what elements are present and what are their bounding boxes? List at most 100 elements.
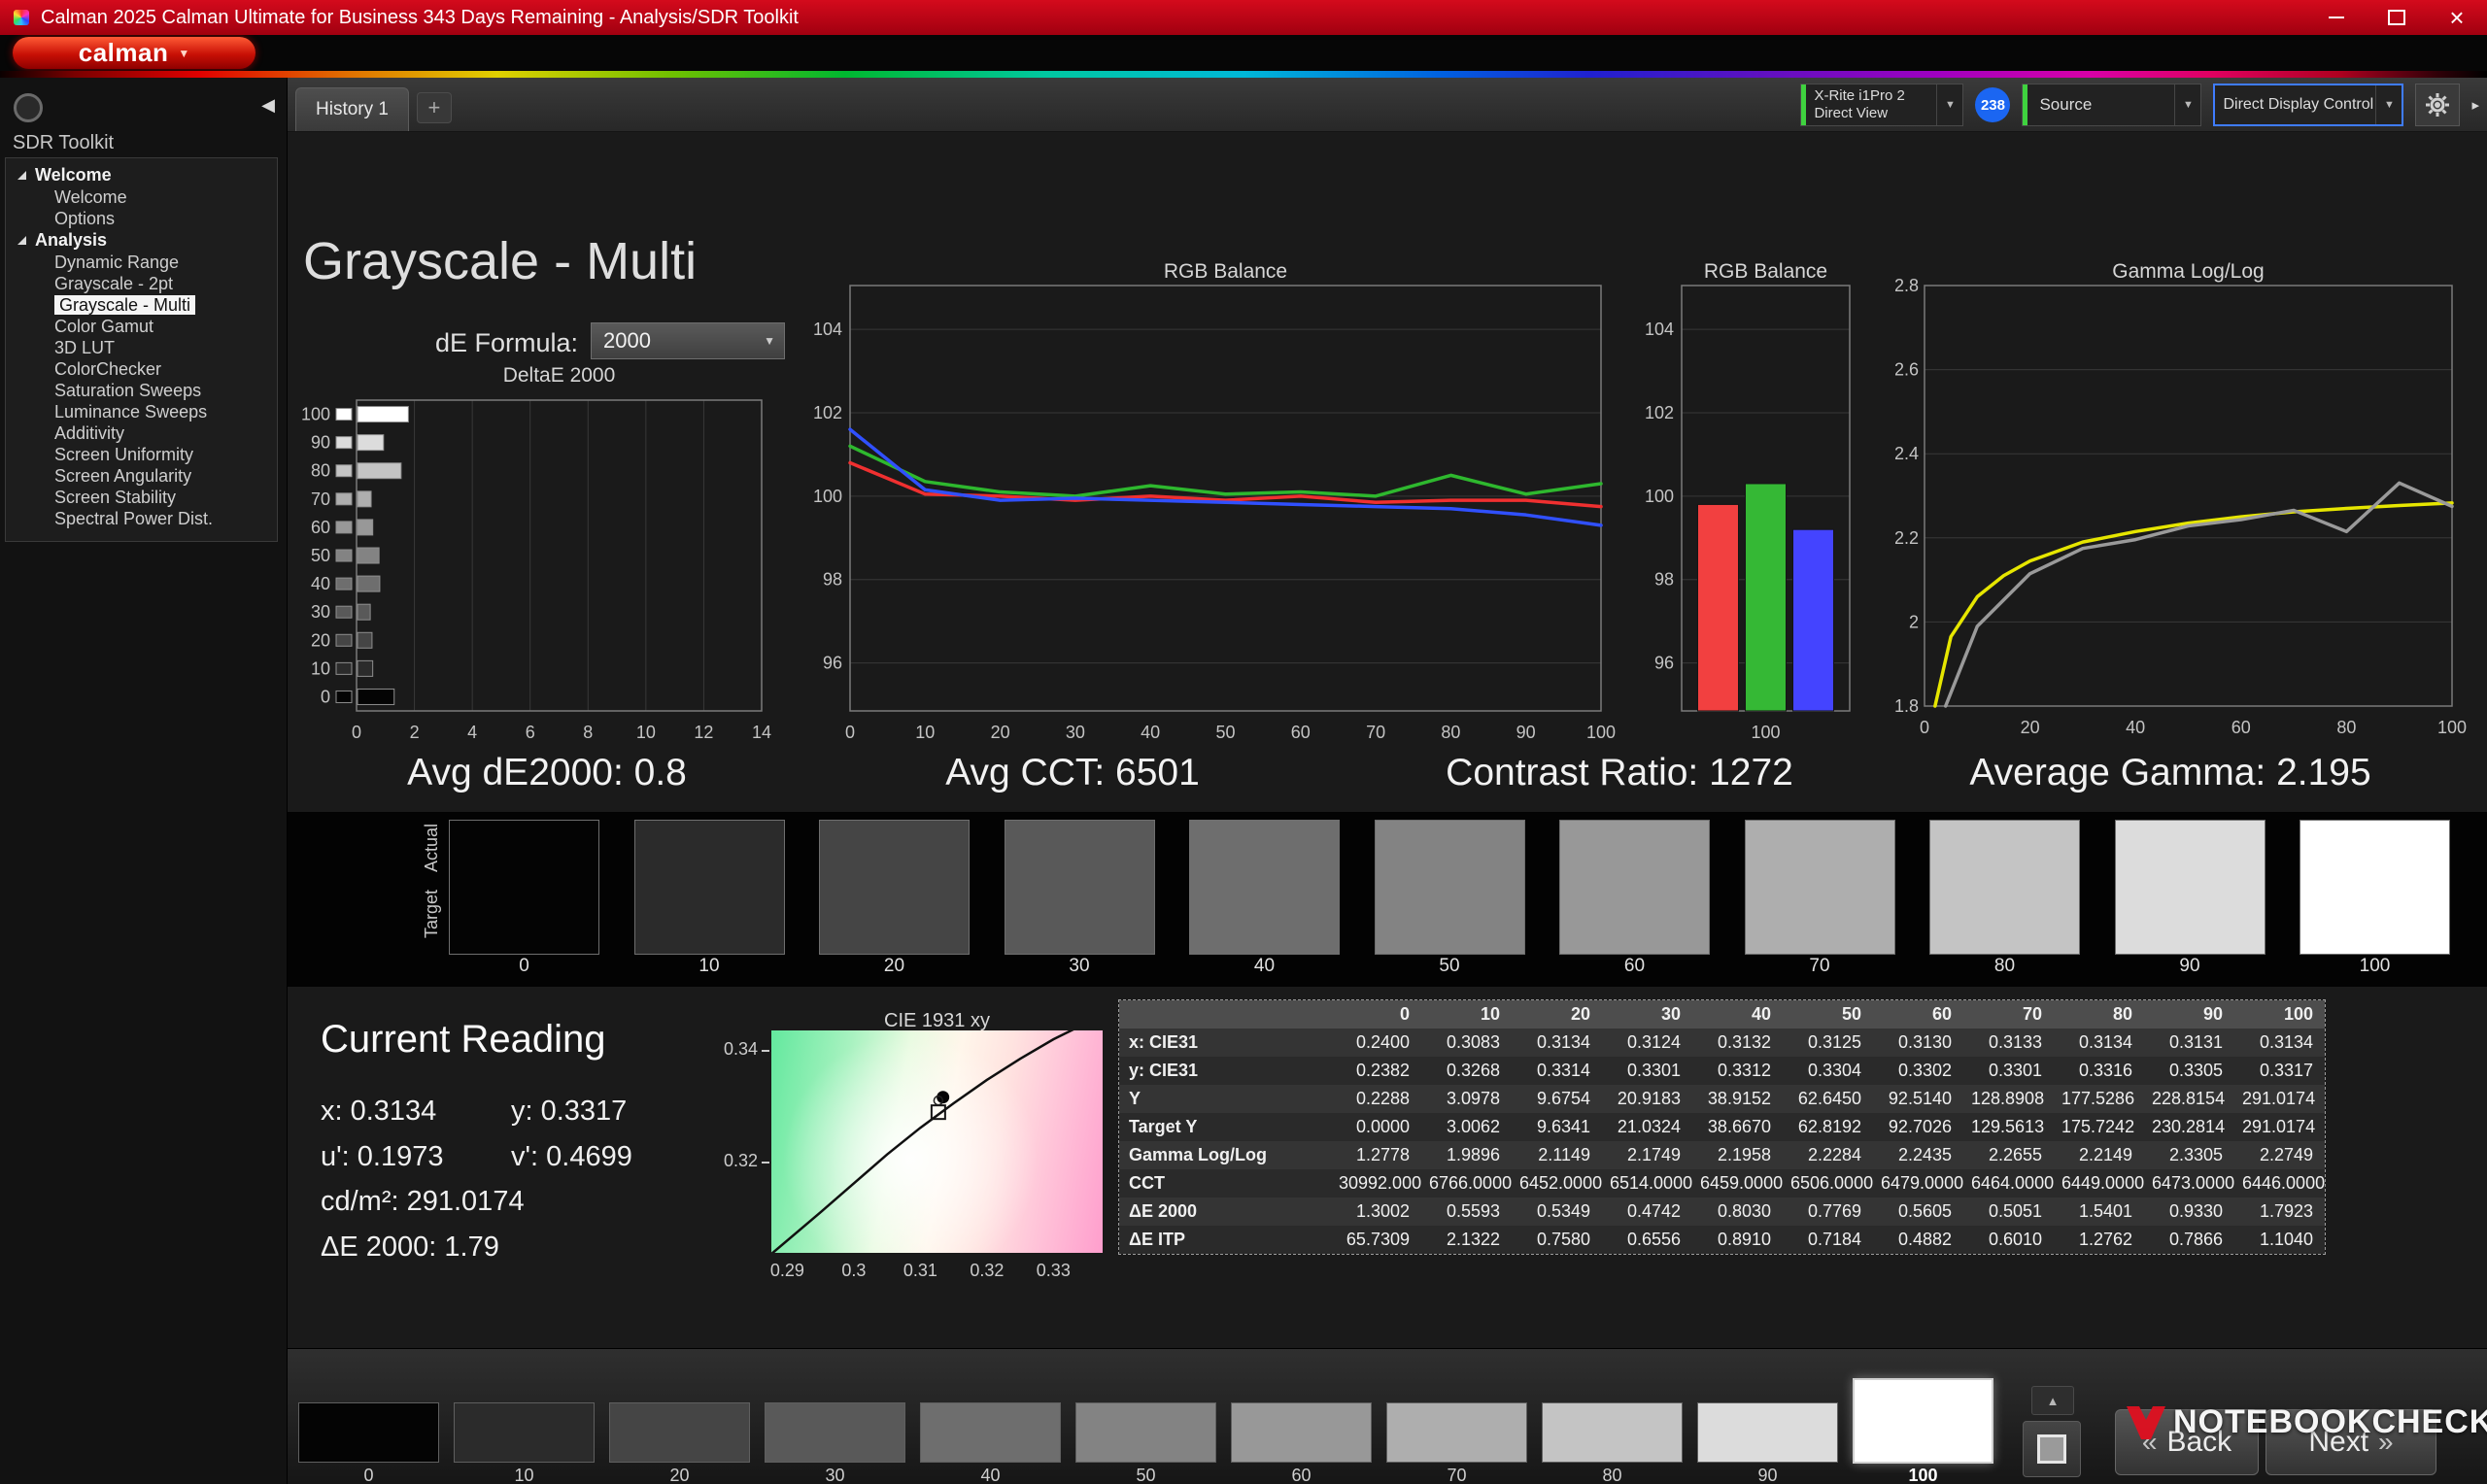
sidebar-item-options[interactable]: Options xyxy=(6,208,277,229)
sidebar-item-screen-angularity[interactable]: Screen Angularity xyxy=(6,465,277,487)
square-icon xyxy=(2037,1434,2066,1464)
svg-text:20: 20 xyxy=(991,723,1010,742)
tab-history-1[interactable]: History 1 xyxy=(295,87,409,131)
calman-logo[interactable]: calman ▼ xyxy=(13,37,256,69)
table-cell: 0.7866 xyxy=(2144,1226,2234,1254)
table-cell: 3.0062 xyxy=(1421,1113,1512,1141)
table-cell: 6506.0000 xyxy=(1783,1169,1873,1197)
table-col-header: 60 xyxy=(1873,1000,1963,1029)
svg-text:DeltaE 2000: DeltaE 2000 xyxy=(503,364,616,387)
minimize-icon xyxy=(2329,17,2344,18)
table-cell: 2.3305 xyxy=(2144,1141,2234,1169)
expander-icon[interactable] xyxy=(17,171,26,180)
level-patch-50[interactable] xyxy=(1075,1402,1216,1463)
level-patch-100[interactable] xyxy=(1853,1378,1993,1464)
workflow-home-icon[interactable] xyxy=(14,93,43,122)
level-patch-80[interactable] xyxy=(1542,1402,1683,1463)
grayscale-swatch-80 xyxy=(1929,820,2080,955)
scroll-up-button[interactable]: ▲ xyxy=(2031,1386,2074,1415)
patch-level-label: 20 xyxy=(609,1466,750,1484)
table-cell: 0.5605 xyxy=(1873,1197,1963,1226)
table-cell: 0.3125 xyxy=(1783,1029,1873,1057)
table-col-header: 30 xyxy=(1602,1000,1692,1029)
level-patch-10[interactable] xyxy=(454,1402,595,1463)
svg-text:90: 90 xyxy=(311,433,330,453)
nav-tree: WelcomeWelcomeOptionsAnalysisDynamic Ran… xyxy=(5,157,278,542)
sidebar-item-screen-stability[interactable]: Screen Stability xyxy=(6,487,277,508)
table-cell: 0.3268 xyxy=(1421,1057,1512,1085)
display-control-dropdown[interactable]: Direct Display Control ▼ xyxy=(2213,84,2403,126)
svg-text:8: 8 xyxy=(583,723,593,742)
tree-group-analysis[interactable]: Analysis xyxy=(6,229,277,252)
rgb-balance-line-chart: RGB Balance10410210098960102030405060708… xyxy=(812,258,1628,763)
toolbar: History 1 + X-Rite i1Pro 2 Direct View ▼… xyxy=(288,78,2487,132)
table-cell: 0.3304 xyxy=(1783,1057,1873,1085)
sidebar-item-grayscale-2pt[interactable]: Grayscale - 2pt xyxy=(6,273,277,294)
chevron-down-icon: ▼ xyxy=(1936,84,1962,125)
maximize-button[interactable] xyxy=(2367,0,2427,35)
patch-level-label: 0 xyxy=(298,1466,439,1484)
up-arrow-icon: ▲ xyxy=(2047,1394,2060,1408)
level-patch-20[interactable] xyxy=(609,1402,750,1463)
sidebar-collapse-icon[interactable]: ◀ xyxy=(261,95,275,116)
grayscale-swatch-10 xyxy=(634,820,785,955)
pattern-window-button[interactable] xyxy=(2023,1421,2081,1477)
sidebar-item-grayscale-multi[interactable]: Grayscale - Multi xyxy=(6,294,277,316)
table-cell: 6452.0000 xyxy=(1512,1169,1602,1197)
panel-expand-icon[interactable]: ▸ xyxy=(2471,96,2479,114)
patch-level-label: 90 xyxy=(1697,1466,1838,1484)
cie-title: CIE 1931 xy xyxy=(771,1010,1103,1032)
cie-xtick-label: 0.29 xyxy=(758,1261,816,1281)
tree-group-welcome[interactable]: Welcome xyxy=(6,164,277,186)
table-col-header: 70 xyxy=(1963,1000,2054,1029)
table-col-header: 80 xyxy=(2054,1000,2144,1029)
summary-stat: Avg dE2000: 0.8 xyxy=(407,752,687,794)
level-patch-0[interactable] xyxy=(298,1402,439,1463)
meter-mode: Direct View xyxy=(1814,105,1904,122)
gamma-chart: Gamma Log/Log2.82.62.42.221.802040608010… xyxy=(1895,258,2487,763)
level-patch-90[interactable] xyxy=(1697,1402,1838,1463)
table-cell: 0.5051 xyxy=(1963,1197,2054,1226)
close-button[interactable]: × xyxy=(2427,0,2487,35)
svg-text:100: 100 xyxy=(2437,718,2467,737)
sidebar-item-color-gamut[interactable]: Color Gamut xyxy=(6,316,277,337)
svg-text:80: 80 xyxy=(2336,718,2356,737)
sidebar-item-luminance-sweeps[interactable]: Luminance Sweeps xyxy=(6,401,277,422)
sidebar-item-welcome[interactable]: Welcome xyxy=(6,186,277,208)
sidebar-item-spectral-power-dist-[interactable]: Spectral Power Dist. xyxy=(6,508,277,529)
chevron-down-icon: ▼ xyxy=(2174,84,2200,125)
tab-strip: History 1 + xyxy=(295,87,452,131)
level-patch-70[interactable] xyxy=(1386,1402,1527,1463)
calman-app-window: Calman 2025 Calman Ultimate for Business… xyxy=(0,0,2487,1484)
level-patch-30[interactable] xyxy=(765,1402,905,1463)
swatch-level-label: 30 xyxy=(1005,956,1155,977)
sidebar-item-saturation-sweeps[interactable]: Saturation Sweeps xyxy=(6,380,277,401)
sidebar-item-label: Dynamic Range xyxy=(54,253,179,272)
add-tab-button[interactable]: + xyxy=(417,92,452,123)
sidebar-title: SDR Toolkit xyxy=(13,132,114,154)
sidebar-item-3d-lut[interactable]: 3D LUT xyxy=(6,337,277,358)
table-cell: 1.5401 xyxy=(2054,1197,2144,1226)
meter-dropdown[interactable]: X-Rite i1Pro 2 Direct View ▼ xyxy=(1800,84,1963,126)
settings-button[interactable] xyxy=(2415,84,2460,126)
svg-text:0: 0 xyxy=(352,723,361,742)
level-patch-40[interactable] xyxy=(920,1402,1061,1463)
source-dropdown[interactable]: Source ▼ xyxy=(2022,84,2201,126)
summary-stat: Average Gamma: 2.195 xyxy=(1969,752,2370,794)
svg-text:4: 4 xyxy=(467,723,477,742)
table-cell: 0.9330 xyxy=(2144,1197,2234,1226)
sidebar-item-additivity[interactable]: Additivity xyxy=(6,422,277,444)
sidebar-item-dynamic-range[interactable]: Dynamic Range xyxy=(6,252,277,273)
sidebar-item-screen-uniformity[interactable]: Screen Uniformity xyxy=(6,444,277,465)
table-cell: 2.1322 xyxy=(1421,1226,1512,1254)
table-cell: 0.3305 xyxy=(2144,1057,2234,1085)
svg-text:40: 40 xyxy=(311,574,330,593)
level-patch-60[interactable] xyxy=(1231,1402,1372,1463)
swatch-level-label: 40 xyxy=(1189,956,1340,977)
table-row-label: ΔE ITP xyxy=(1119,1226,1331,1254)
watermark-text: NOTEBOOKCHECK xyxy=(2173,1403,2487,1441)
expander-icon[interactable] xyxy=(17,236,26,245)
sidebar-item-colorchecker[interactable]: ColorChecker xyxy=(6,358,277,380)
svg-text:96: 96 xyxy=(823,654,842,673)
minimize-button[interactable] xyxy=(2306,0,2367,35)
